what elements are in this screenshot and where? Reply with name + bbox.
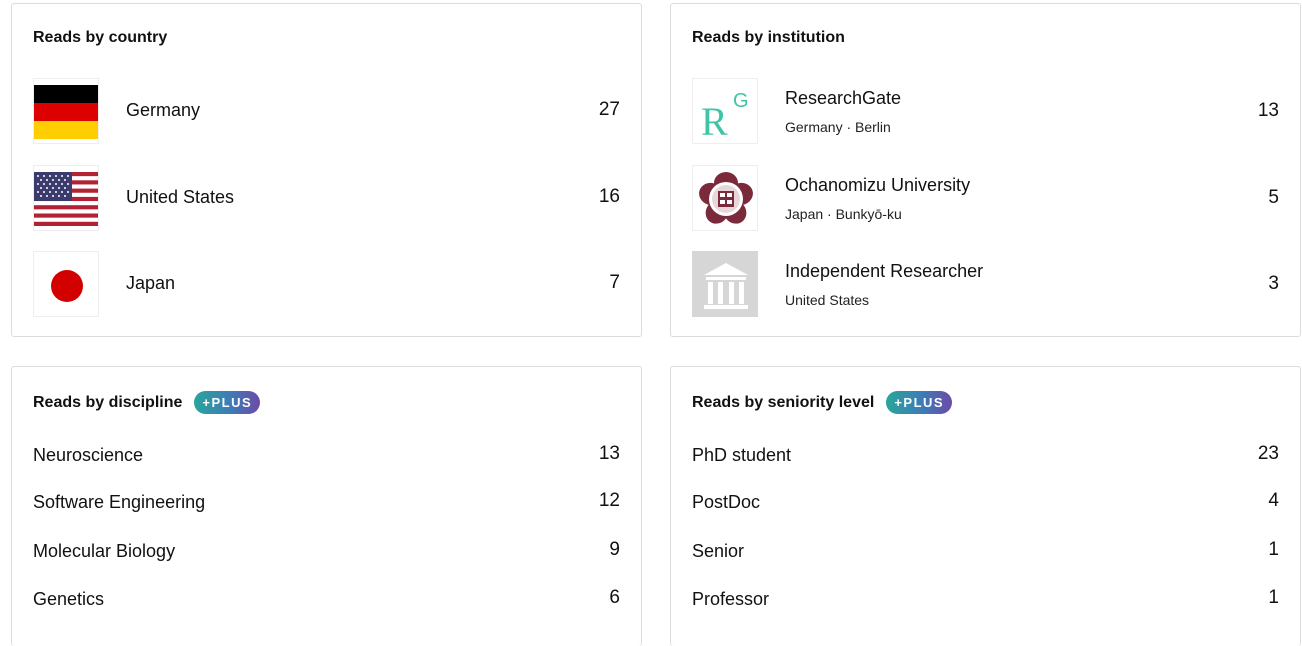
read-count: 9 [609,539,620,560]
read-count: 16 [598,186,620,207]
seniority-label: PhD student [692,445,792,465]
list-item: Software Engineering 12 [33,488,620,518]
researchgate-logo-icon: R G [692,78,758,144]
read-count: 23 [1257,443,1279,464]
institution-name: Independent Researcher [785,261,984,281]
read-count: 1 [1268,539,1279,560]
institution-location: Japan · Bunkyō-ku [785,206,902,222]
read-count: 4 [1268,490,1279,511]
researchgate-logo-icon: R G [701,90,749,144]
institution-location: Germany · Berlin [785,119,891,135]
usa-flag-icon [33,165,99,231]
read-count: 3 [1268,273,1279,294]
list-item: Molecular Biology 9 [33,537,620,567]
read-count: 6 [609,587,620,608]
list-item: PostDoc 4 [692,488,1279,518]
university-seal-icon [692,165,758,231]
list-item: Professor 1 [692,585,1279,615]
japan-flag-icon [33,251,99,317]
card-title: Reads by seniority level +PLUS [692,391,953,414]
institution-row-researchgate[interactable]: R G ResearchGate Germany · Berlin 13 [692,78,1279,144]
read-count: 13 [1257,100,1279,121]
seniority-label: Professor [692,589,770,609]
read-count: 27 [598,99,620,120]
reads-by-seniority-card: Reads by seniority level +PLUS PhD stude… [670,366,1301,646]
card-title: Reads by discipline +PLUS [33,391,261,414]
seniority-label: PostDoc [692,492,761,512]
card-title: Reads by institution [692,29,845,46]
seniority-label: Senior [692,541,745,561]
reads-by-discipline-card: Reads by discipline +PLUS Neuroscience 1… [11,366,642,646]
svg-text:R: R [701,99,728,144]
institution-row-independent-researcher[interactable]: Independent Researcher United States 3 [692,251,1279,317]
discipline-label: Genetics [33,589,105,609]
plus-badge[interactable]: +PLUS [886,391,953,414]
country-row-germany[interactable]: Germany 27 [33,78,620,144]
country-row-united-states[interactable]: United States 16 [33,165,620,231]
country-name: United States [126,187,235,207]
institution-name: ResearchGate [785,88,902,108]
institution-location: United States [785,292,870,308]
country-name: Germany [126,100,201,120]
discipline-label: Neuroscience [33,445,144,465]
institution-building-icon [692,251,758,317]
card-title: Reads by country [33,29,168,46]
read-count: 7 [609,272,620,293]
read-count: 1 [1268,587,1279,608]
read-count: 12 [598,490,620,511]
reads-by-institution-card: Reads by institution R G ResearchGate Ge… [670,3,1301,337]
country-row-japan[interactable]: Japan 7 [33,251,620,317]
list-item: Senior 1 [692,537,1279,567]
reads-by-country-card: Reads by country Germany 27 United State… [11,3,642,337]
institution-row-ochanomizu[interactable]: Ochanomizu University Japan · Bunkyō-ku … [692,165,1279,231]
discipline-label: Software Engineering [33,492,206,512]
list-item: Genetics 6 [33,585,620,615]
read-count: 5 [1268,187,1279,208]
list-item: Neuroscience 13 [33,441,620,471]
plus-badge[interactable]: +PLUS [194,391,261,414]
list-item: PhD student 23 [692,441,1279,471]
read-count: 13 [598,443,620,464]
country-name: Japan [126,273,176,293]
discipline-label: Molecular Biology [33,541,176,561]
svg-text:G: G [733,90,749,112]
institution-name: Ochanomizu University [785,175,971,195]
germany-flag-icon [33,78,99,144]
